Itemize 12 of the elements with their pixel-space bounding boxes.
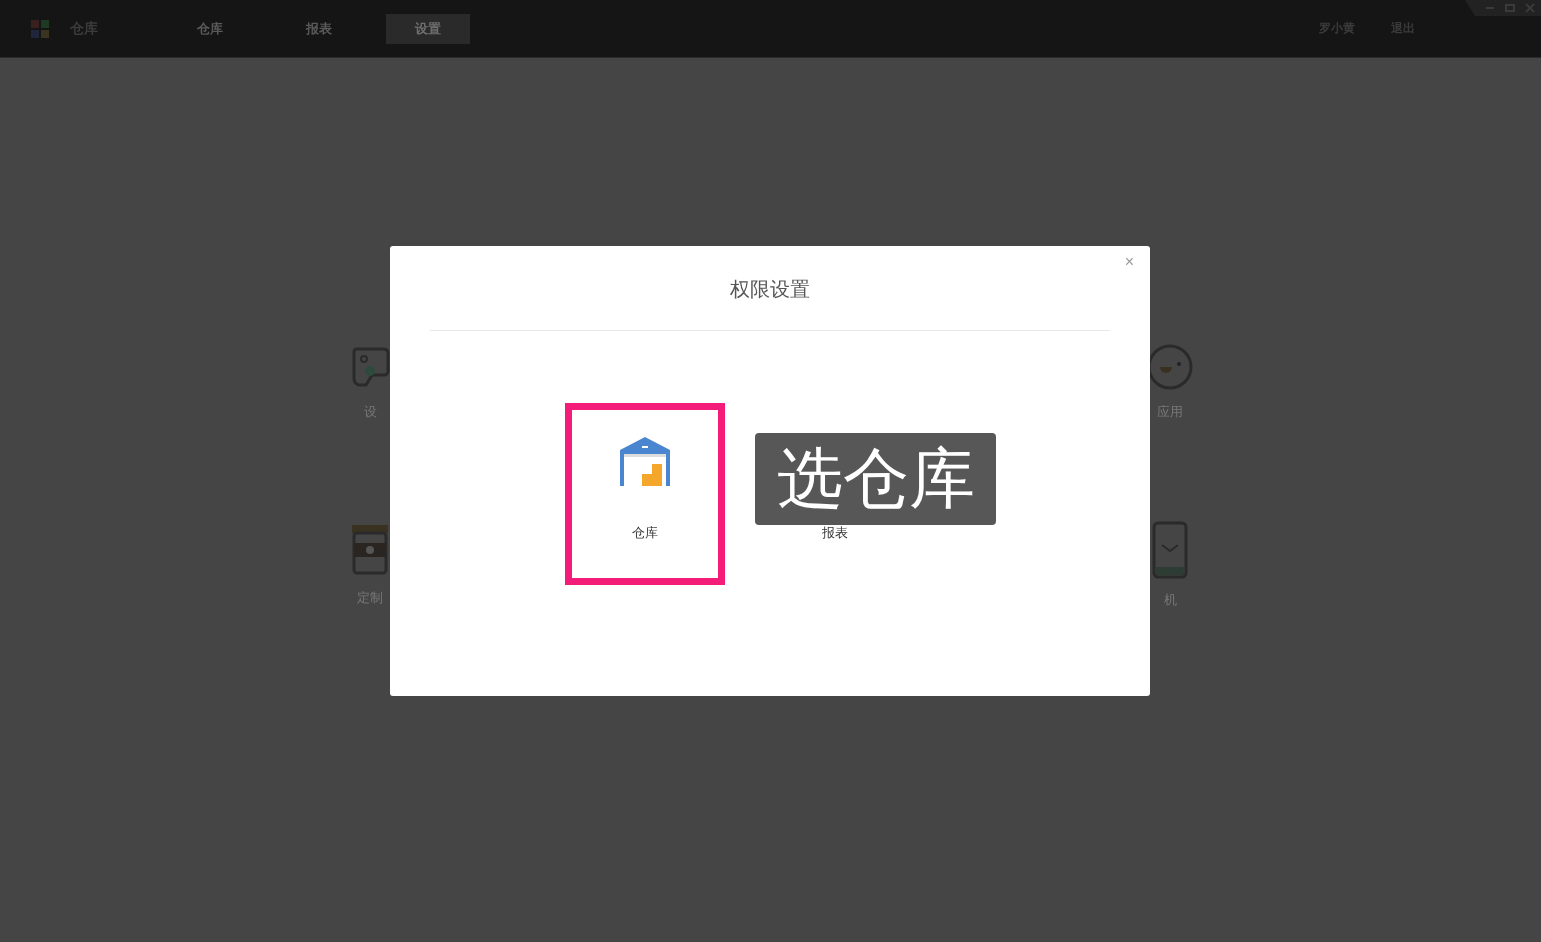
grid-logo-icon: [30, 18, 50, 39]
nav-tab[interactable]: 报表: [277, 13, 361, 44]
caption-overlay: 选仓库: [755, 433, 996, 525]
dialog-title: 权限设置: [730, 276, 810, 303]
close-button[interactable]: ×: [1118, 252, 1140, 272]
warehouse-icon: [620, 436, 670, 486]
phone-icon: [1152, 521, 1188, 579]
module-option[interactable]: 仓库: [565, 403, 725, 585]
nav-tab[interactable]: 仓库: [168, 13, 252, 44]
nav-tab[interactable]: 设置: [386, 13, 470, 44]
close-icon[interactable]: [1525, 3, 1535, 13]
maximize-icon[interactable]: [1505, 3, 1515, 13]
